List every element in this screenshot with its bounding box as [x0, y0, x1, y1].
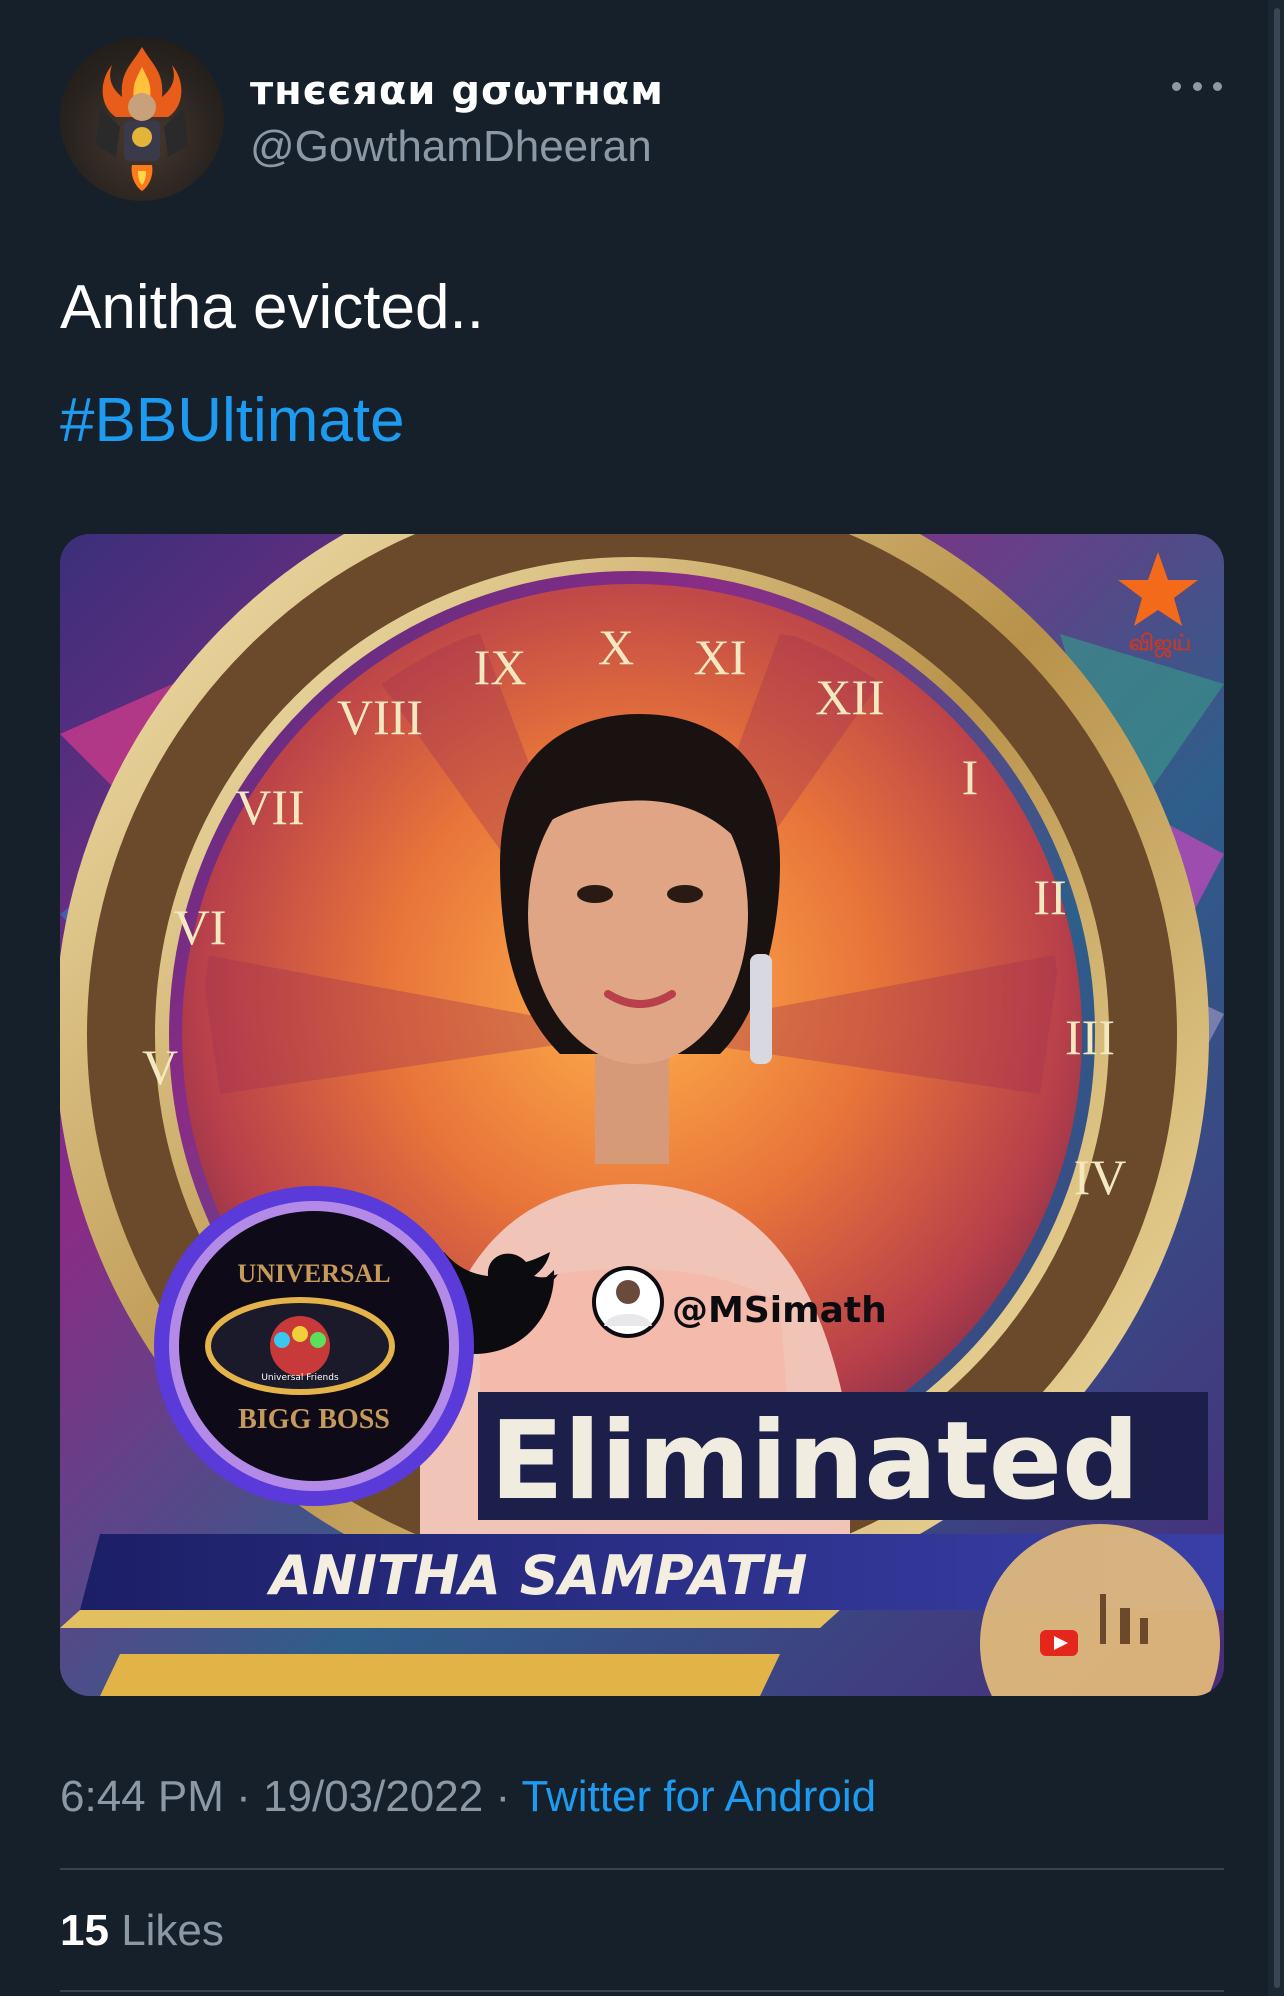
- likes-count: 15: [60, 1906, 109, 1955]
- more-dot: [1192, 81, 1202, 91]
- headline-text: Eliminated: [490, 1399, 1139, 1524]
- separator: ·: [495, 1772, 511, 1821]
- numeral: I: [962, 749, 979, 805]
- badge-bottom-text: BIGG BOSS: [238, 1404, 390, 1435]
- author-display-name[interactable]: тнєєяαи gσωтнαм: [250, 68, 664, 114]
- numeral: VIII: [337, 689, 423, 745]
- channel-logo-text: விஜய்: [1129, 631, 1191, 658]
- author-handle[interactable]: @GowthamDheeran: [250, 122, 652, 172]
- divider: [60, 1990, 1224, 1992]
- eviction-poster: X XI XII I II III IV IX VIII VII VI V @M…: [60, 534, 1224, 1696]
- more-dot: [1172, 81, 1181, 91]
- numeral: IV: [1074, 1149, 1127, 1205]
- likes-stat[interactable]: 15 Likes: [60, 1906, 224, 1956]
- contestant-name: ANITHA SAMPATH: [266, 1544, 807, 1607]
- tweet-page: тнєєяαи gσωтнαм @GowthamDheeran Anitha e…: [0, 0, 1284, 1996]
- numeral: VI: [174, 899, 227, 955]
- bigg-boss-badge: UNIVERSAL BIGG BOSS Universal Friends: [154, 1186, 474, 1506]
- numeral: XII: [815, 669, 884, 725]
- numeral: VII: [235, 779, 304, 835]
- numeral: XI: [694, 629, 747, 685]
- badge-inner-text: Universal Friends: [261, 1373, 339, 1383]
- numeral: III: [1065, 1009, 1115, 1065]
- scrollbar-thumb[interactable]: [1274, 8, 1280, 1988]
- numeral: V: [142, 1039, 178, 1095]
- separator: ·: [236, 1772, 251, 1821]
- divider: [60, 1868, 1224, 1870]
- tweet-metadata: 6:44 PM · 19/03/2022 · Twitter for Andro…: [60, 1772, 876, 1822]
- more-dot: [1213, 81, 1222, 91]
- tweet-media-image[interactable]: X XI XII I II III IV IX VIII VII VI V @M…: [60, 534, 1224, 1696]
- numeral: II: [1033, 869, 1066, 925]
- tweet-text: Anitha evicted..: [60, 273, 484, 342]
- eliminated-banner: Eliminated: [478, 1392, 1208, 1524]
- avatar-illustration: [96, 47, 188, 191]
- avatar[interactable]: [60, 37, 224, 201]
- watermark-handle: @MSimath: [672, 1290, 887, 1331]
- tweet-time[interactable]: 6:44 PM: [60, 1772, 224, 1821]
- tweet-source-link[interactable]: Twitter for Android: [522, 1772, 877, 1821]
- tweet-date[interactable]: 19/03/2022: [263, 1772, 483, 1821]
- numeral: X: [598, 619, 634, 675]
- scrollbar[interactable]: [1268, 0, 1284, 1996]
- numeral: IX: [474, 639, 527, 695]
- badge-top-text: UNIVERSAL: [237, 1259, 390, 1288]
- more-icon[interactable]: [1172, 66, 1222, 106]
- likes-label: Likes: [121, 1906, 224, 1955]
- hashtag-link[interactable]: #BBUltimate: [60, 385, 405, 456]
